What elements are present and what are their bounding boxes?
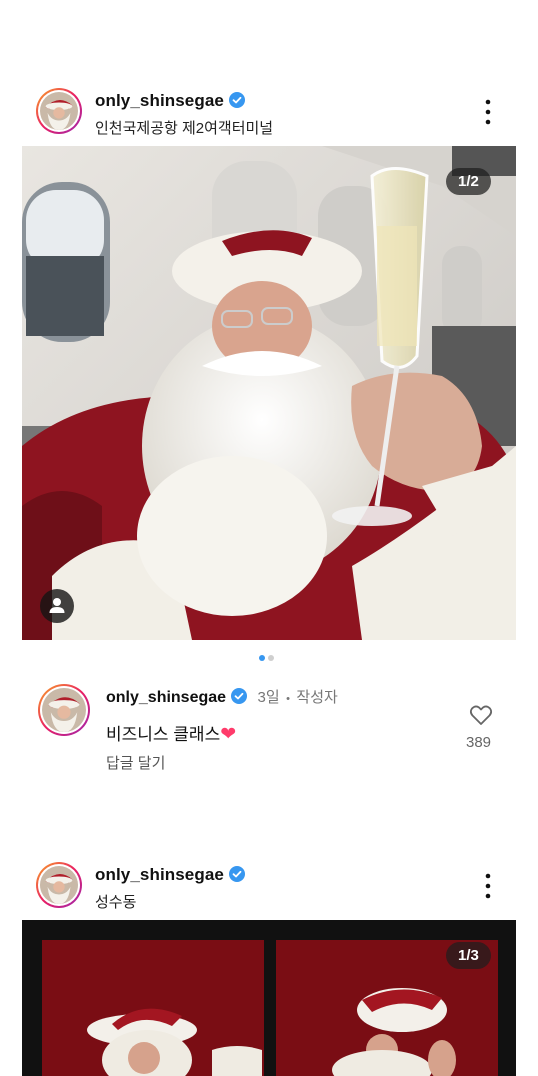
more-options-icon[interactable]	[476, 97, 500, 127]
comment-time: 3일	[257, 689, 280, 706]
comment-username[interactable]: only_shinsegae	[106, 689, 226, 706]
santa-avatar-icon	[40, 866, 78, 904]
user-tag-button[interactable]	[40, 589, 74, 623]
meta-separator: •	[286, 693, 290, 705]
santa-airplane-photo	[22, 146, 516, 640]
more-options-icon[interactable]	[476, 871, 500, 901]
verified-badge-icon	[228, 92, 245, 108]
reply-button[interactable]: 답글 달기	[106, 752, 165, 773]
comment-avatar[interactable]	[38, 684, 90, 736]
heart-emoji: ❤	[220, 724, 237, 745]
post-username[interactable]: only_shinsegae	[95, 91, 245, 111]
verified-badge-icon	[228, 866, 245, 882]
comment-text: 비즈니스 클래스	[106, 725, 221, 744]
santa-avatar-icon	[40, 92, 78, 130]
like-count: 389	[466, 734, 492, 751]
post-username[interactable]: only_shinsegae	[95, 865, 245, 885]
post-photo[interactable]	[22, 146, 516, 640]
post-avatar[interactable]	[36, 88, 82, 134]
santa-avatar-icon	[42, 688, 86, 732]
heart-icon[interactable]	[469, 704, 493, 726]
carousel-indicator	[257, 655, 275, 661]
santa-photobooth-photo	[22, 920, 516, 1076]
comment-header: only_shinsegae 3일 • 작성자	[106, 686, 338, 707]
post-location[interactable]: 인천국제공항 제2여객터미널	[95, 117, 273, 138]
author-label: 작성자	[296, 689, 338, 706]
verified-badge-icon	[231, 688, 248, 704]
carousel-dot	[267, 655, 274, 661]
post-location[interactable]: 성수동	[95, 891, 136, 912]
photo-counter-badge: 1/2	[446, 168, 491, 195]
user-tag-icon	[49, 598, 65, 613]
post-avatar[interactable]	[36, 862, 82, 908]
post-photo[interactable]	[22, 920, 516, 1076]
comment-body: 비즈니스 클래스❤	[106, 720, 236, 746]
carousel-dot-active	[258, 655, 265, 661]
photo-counter-badge: 1/3	[446, 942, 491, 969]
